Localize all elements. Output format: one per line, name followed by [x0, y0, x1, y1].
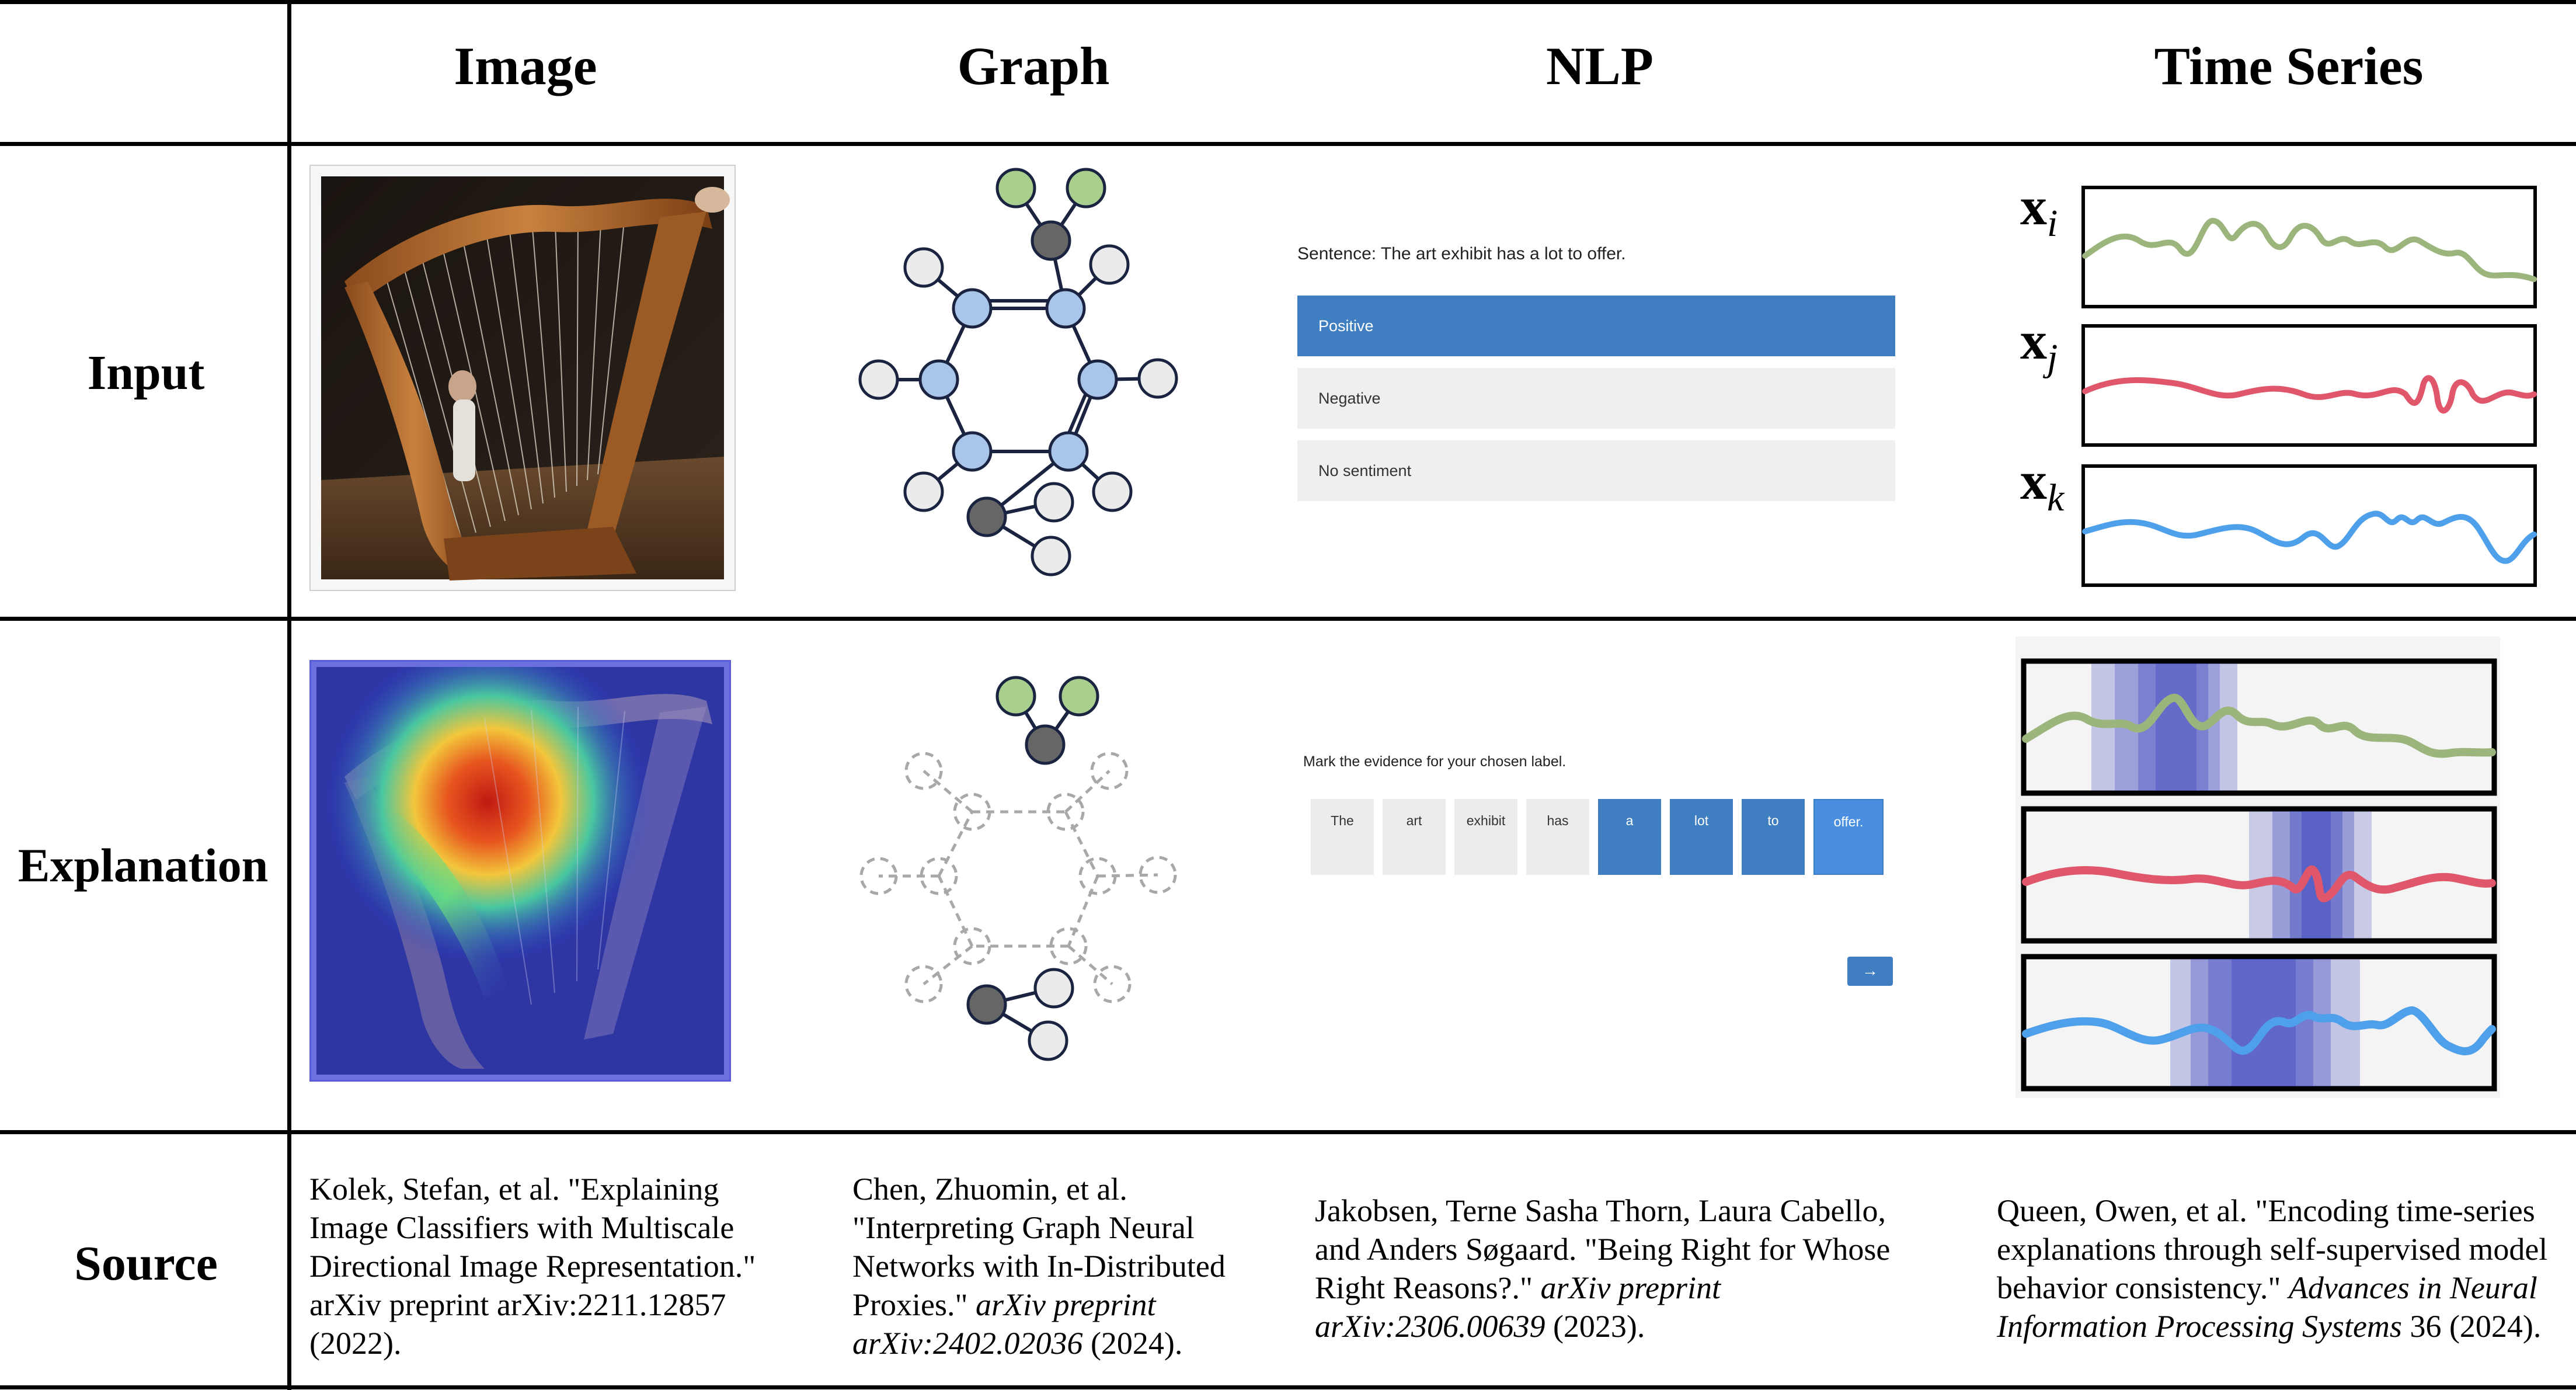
token-to[interactable]: to: [1742, 799, 1805, 875]
option-positive[interactable]: Positive: [1297, 296, 1895, 356]
series-xj-plot: [2081, 324, 2537, 447]
series-xi-explanation: [2021, 658, 2497, 796]
series-label-xj: xj: [2020, 311, 2058, 379]
graph-explanation: [859, 676, 1177, 1061]
nlp-sentence: Sentence: The art exhibit has a lot to o…: [1297, 244, 1626, 263]
top-rule: [0, 0, 2576, 4]
column-header-nlp: NLP: [1546, 36, 1653, 96]
explanation-rule: [0, 1130, 2576, 1134]
token-offer[interactable]: offer.: [1813, 799, 1884, 875]
token-exhibit[interactable]: exhibit: [1454, 799, 1517, 875]
graph-input: [858, 168, 1178, 576]
token-has[interactable]: has: [1526, 799, 1589, 875]
series-xk-explanation: [2021, 954, 2497, 1092]
series-label-xk: xk: [2020, 451, 2065, 519]
column-header-time-series: Time Series: [2154, 36, 2424, 96]
row-header-divider: [287, 0, 291, 1390]
token-art[interactable]: art: [1383, 799, 1446, 875]
row-header-source: Source: [74, 1236, 218, 1291]
harp-photo: [309, 165, 736, 591]
source-time-series: Queen, Owen, et al. "Encoding time-serie…: [1997, 1193, 2548, 1344]
bottom-rule: [0, 1385, 2576, 1389]
series-label-xi: xi: [2020, 176, 2058, 245]
option-negative[interactable]: Negative: [1297, 368, 1895, 429]
row-header-explanation: Explanation: [18, 839, 269, 892]
harp-saliency-heatmap: [309, 660, 731, 1082]
header-rule: [0, 142, 2576, 146]
input-rule: [0, 617, 2576, 621]
token-a[interactable]: a: [1598, 799, 1661, 875]
source-nlp: Jakobsen, Terne Sasha Thorn, Laura Cabel…: [1315, 1193, 1891, 1344]
figure-table: Image Graph NLP Time Series Input Explan…: [0, 0, 2576, 1390]
series-xj-explanation: [2021, 806, 2497, 944]
series-explanation-panel: [2015, 637, 2500, 1098]
next-button[interactable]: →: [1847, 957, 1893, 986]
column-header-graph: Graph: [957, 36, 1110, 96]
series-xk-plot: [2081, 464, 2537, 587]
source-graph: Chen, Zhuomin, et al. "Interpreting Grap…: [852, 1172, 1226, 1361]
source-image: Kolek, Stefan, et al. "Explaining Image …: [309, 1172, 756, 1361]
option-no-sentiment[interactable]: No sentiment: [1297, 440, 1895, 501]
column-header-image: Image: [454, 36, 597, 96]
row-header-input: Input: [87, 346, 205, 400]
nlp-instruction: Mark the evidence for your chosen label.: [1303, 753, 1567, 770]
token-the[interactable]: The: [1311, 799, 1374, 875]
token-lot[interactable]: lot: [1670, 799, 1733, 875]
series-xi-plot: [2081, 186, 2537, 308]
